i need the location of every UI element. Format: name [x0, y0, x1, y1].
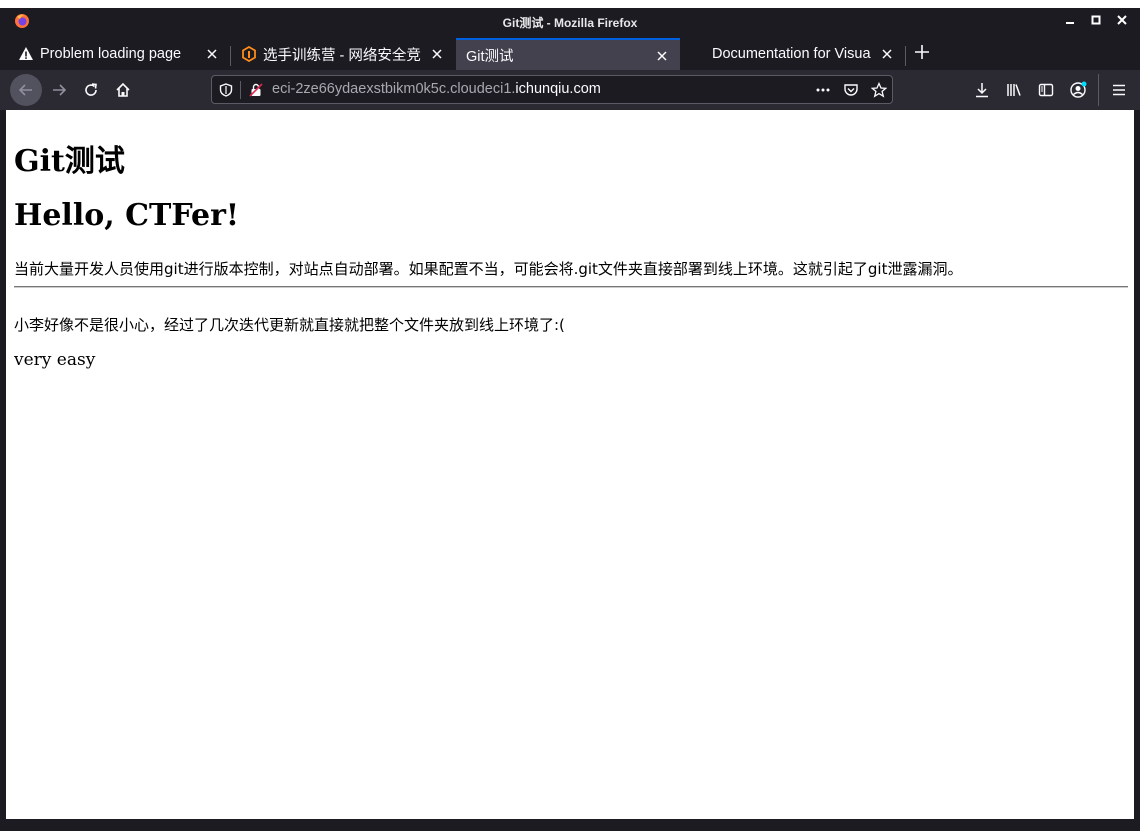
desktop-strip — [0, 0, 1140, 8]
firefox-logo-icon — [14, 13, 30, 29]
url-domain: ichunqiu.com — [515, 81, 601, 97]
close-tab-icon[interactable] — [204, 46, 220, 62]
download-icon[interactable] — [973, 81, 991, 99]
horizontal-rule — [14, 286, 1128, 288]
toolbar-divider — [1098, 74, 1099, 106]
more-actions-icon[interactable] — [815, 82, 831, 98]
bookmark-star-icon[interactable] — [871, 82, 887, 98]
hamburger-menu-icon[interactable] — [1110, 81, 1128, 99]
reload-icon[interactable] — [75, 74, 107, 106]
tab-label: Git测试 — [466, 48, 514, 65]
tab-separator — [905, 46, 906, 66]
urlbar-divider — [240, 81, 241, 99]
tab-problem-loading[interactable]: Problem loading page — [6, 38, 230, 70]
intro-paragraph: 当前大量开发人员使用git进行版本控制，对站点自动部署。如果配置不当，可能会将.… — [14, 260, 963, 278]
tab-strip: Problem loading page 选手训练营 - 网络安全竞 Git测试… — [0, 36, 1140, 70]
firefox-window: Git测试 - Mozilla Firefox Problem loading … — [0, 0, 1140, 831]
tab-label: 选手训练营 - 网络安全竞 — [263, 47, 421, 64]
title-bar: Git测试 - Mozilla Firefox — [0, 8, 1140, 36]
library-icon[interactable] — [1005, 81, 1023, 99]
url-text[interactable]: eci-2ze66ydaexstbikm0k5c.cloudeci1.ichun… — [272, 81, 601, 97]
minimize-icon[interactable] — [1062, 12, 1078, 28]
warning-icon — [18, 46, 34, 62]
page-content: Git测试 Hello, CTFer! 当前大量开发人员使用git进行版本控制，… — [6, 110, 1134, 819]
ichunqiu-icon — [241, 46, 257, 62]
insecure-lock-icon[interactable] — [248, 82, 264, 98]
forward-arrow-icon[interactable] — [43, 74, 75, 106]
tab-ichunqiu-training[interactable]: 选手训练营 - 网络安全竞 — [231, 38, 455, 70]
close-tab-icon[interactable] — [429, 46, 445, 62]
greeting-heading: Hello, CTFer! — [14, 198, 240, 233]
tab-documentation[interactable]: Documentation for Visua — [681, 38, 905, 70]
page-heading: Git测试 — [14, 144, 125, 179]
tab-git-test[interactable]: Git测试 — [456, 38, 680, 70]
pocket-icon[interactable] — [843, 82, 859, 98]
shield-icon[interactable] — [218, 82, 234, 98]
window-controls — [1062, 12, 1130, 28]
hint-text: very easy — [14, 350, 96, 370]
sidebar-icon[interactable] — [1037, 81, 1055, 99]
tab-label: Problem loading page — [40, 46, 182, 62]
window-title: Git测试 - Mozilla Firefox — [502, 15, 638, 30]
tab-label: Documentation for Visua — [712, 46, 871, 62]
maximize-icon[interactable] — [1088, 12, 1104, 28]
navigation-toolbar: eci-2ze66ydaexstbikm0k5c.cloudeci1.ichun… — [0, 70, 1140, 110]
url-subdomain: eci-2ze66ydaexstbikm0k5c.cloudeci1. — [272, 81, 516, 97]
account-icon[interactable] — [1069, 81, 1087, 99]
home-icon[interactable] — [107, 74, 139, 106]
url-bar[interactable]: eci-2ze66ydaexstbikm0k5c.cloudeci1.ichun… — [211, 75, 893, 104]
new-tab-plus-icon[interactable] — [912, 42, 932, 62]
close-tab-icon[interactable] — [654, 48, 670, 64]
window-bottom-border — [0, 819, 1140, 831]
back-arrow-icon[interactable] — [10, 74, 42, 106]
close-window-icon[interactable] — [1114, 12, 1130, 28]
close-tab-icon[interactable] — [879, 46, 895, 62]
note-paragraph: 小李好像不是很小心，经过了几次迭代更新就直接就把整个文件夹放到线上环境了:( — [14, 316, 565, 334]
